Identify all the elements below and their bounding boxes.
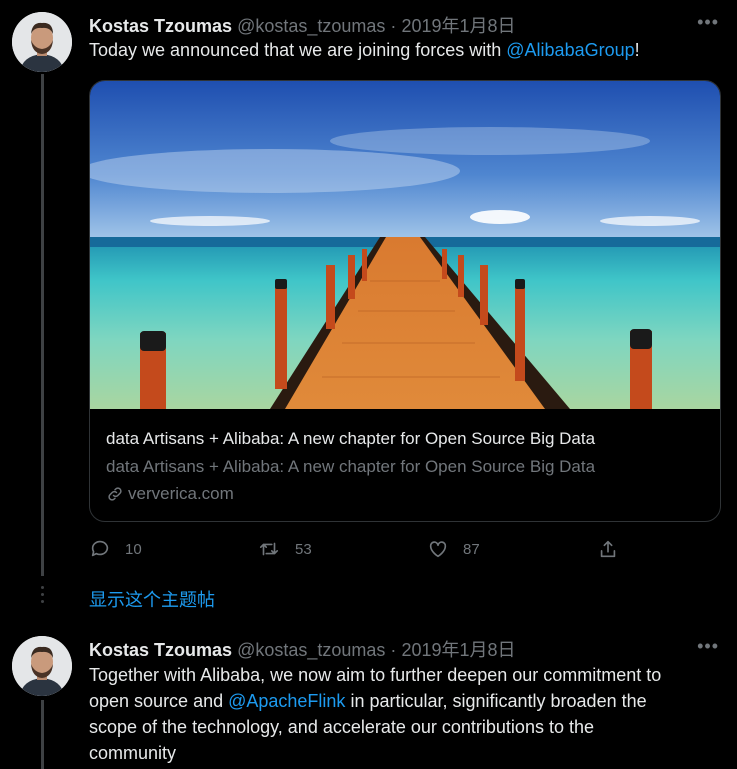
tweet-header: Kostas Tzoumas @kostas_tzoumas · 2019年1月… xyxy=(89,12,516,38)
tweet-text: Together with Alibaba, we now aim to fur… xyxy=(89,662,709,766)
more-icon[interactable]: ••• xyxy=(697,12,719,33)
tweet-date[interactable]: 2019年1月8日 xyxy=(401,16,515,36)
tweet-text-part: in particular, significantly broaden the xyxy=(345,691,647,711)
reply-count: 10 xyxy=(125,540,142,558)
avatar-image xyxy=(12,12,72,72)
like-button[interactable]: 87 xyxy=(427,538,480,560)
author-name[interactable]: Kostas Tzoumas xyxy=(89,640,232,660)
reply-icon xyxy=(91,540,109,557)
like-icon xyxy=(429,541,447,558)
tweet-text-line: Together with Alibaba, we now aim to fur… xyxy=(89,665,662,685)
avatar[interactable] xyxy=(12,636,72,696)
card-domain-text: ververica.com xyxy=(128,484,234,503)
tweet-date[interactable]: 2019年1月8日 xyxy=(401,640,515,660)
share-icon xyxy=(600,540,616,558)
show-thread-link[interactable]: 显示这个主题帖 xyxy=(89,586,215,612)
author-handle[interactable]: @kostas_tzoumas xyxy=(237,640,385,660)
tweet-header: Kostas Tzoumas @kostas_tzoumas · 2019年1月… xyxy=(89,636,516,662)
avatar-image xyxy=(12,636,72,696)
tweet-text-line: community xyxy=(89,743,177,763)
card-domain[interactable]: ververica.com xyxy=(106,484,234,504)
mention-link[interactable]: @AlibabaGroup xyxy=(506,40,634,60)
card-description: data Artisans + Alibaba: A new chapter f… xyxy=(106,457,596,476)
tweet[interactable]: Kostas Tzoumas @kostas_tzoumas · 2019年1月… xyxy=(0,624,737,769)
retweet-count: 53 xyxy=(295,540,312,558)
tweet[interactable]: Kostas Tzoumas @kostas_tzoumas · 2019年1月… xyxy=(0,0,737,620)
tweet-text-part: Today we announced that we are joining f… xyxy=(89,40,507,60)
more-icon[interactable]: ••• xyxy=(697,636,719,657)
author-name[interactable]: Kostas Tzoumas xyxy=(89,16,232,36)
tweet-text: Today we announced that we are joining f… xyxy=(89,37,709,63)
card-image xyxy=(90,81,720,409)
share-button[interactable] xyxy=(597,538,619,560)
tweet-text-line: scope of the technology, and accelerate … xyxy=(89,717,594,737)
retweet-icon xyxy=(259,542,279,556)
reply-button[interactable]: 10 xyxy=(89,538,142,560)
separator: · xyxy=(390,640,397,660)
link-icon xyxy=(108,487,122,501)
retweet-button[interactable]: 53 xyxy=(257,538,312,560)
thread-line xyxy=(41,700,44,769)
tweet-text-part: ! xyxy=(634,40,640,60)
tweet-text-line: open source and @ApacheFlink in particul… xyxy=(89,688,709,714)
like-count: 87 xyxy=(463,540,480,558)
card-title[interactable]: data Artisans + Alibaba: A new chapter f… xyxy=(106,429,595,449)
tweet-text-part: open source and xyxy=(89,691,229,711)
avatar[interactable] xyxy=(12,12,72,72)
link-card[interactable]: data Artisans + Alibaba: A new chapter f… xyxy=(89,80,721,522)
mention-link[interactable]: @ApacheFlink xyxy=(228,691,345,711)
tweet-actions: 10 53 87 xyxy=(89,538,709,562)
separator: · xyxy=(390,16,397,36)
author-handle[interactable]: @kostas_tzoumas xyxy=(237,16,385,36)
